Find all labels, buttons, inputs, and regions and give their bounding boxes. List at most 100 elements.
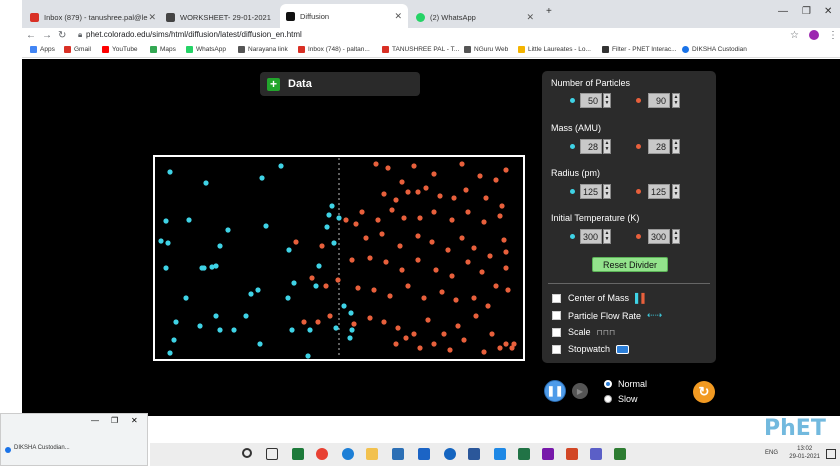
bookmark-youtube[interactable]: YouTube [102,46,138,53]
center-of-mass-checkbox-row[interactable]: Center of Mass ▌▌ [552,293,648,303]
orange-particle [397,243,403,249]
orange-radius-field[interactable]: 125 [648,184,670,199]
task-view-icon[interactable] [266,448,278,460]
overlay-label[interactable]: DIKSHA Custodian... [14,445,70,451]
powerpoint-icon[interactable] [566,448,578,460]
dropbox-icon[interactable] [418,448,430,460]
bookmark-inbox[interactable]: Inbox (748) - paltan... [298,46,370,53]
store-icon[interactable] [392,448,404,460]
spinner-arrows-icon[interactable]: ▲ ▼ [603,229,611,244]
scale-checkbox[interactable] [552,327,561,337]
bookmark-narayana[interactable]: Narayana link [238,46,288,53]
bookmark-little-laureates[interactable]: Little Laureates - Lo... [518,46,591,53]
close-icon[interactable]: ✕ [526,12,534,23]
settings-icon[interactable] [444,448,456,460]
tab-worksheet[interactable]: WORKSHEET- 29-01-2021 ✕ [166,6,296,28]
radio-unselected-icon[interactable] [604,395,612,403]
orange-particle [301,319,307,325]
stopwatch-checkbox-row[interactable]: Stopwatch [552,344,630,354]
profile-avatar[interactable] [809,30,819,40]
cyan-particle [349,327,355,333]
orange-mass-field[interactable]: 28 [648,139,670,154]
minimize-icon[interactable]: — [91,416,99,425]
forward-icon[interactable]: → [42,30,52,41]
teams-icon[interactable] [590,448,602,460]
bookmark-nguru[interactable]: NGuru Web [464,46,508,53]
cyan-radius-field[interactable]: 125 [580,184,602,199]
particle-flow-rate-checkbox-row[interactable]: Particle Flow Rate ⇠⇢ [552,310,662,321]
orange-particle [399,179,405,185]
word-icon[interactable] [468,448,480,460]
close-icon[interactable]: ✕ [131,416,138,425]
bookmark-tanushree[interactable]: TANUSHREE PAL - T... [382,46,459,53]
scale-checkbox-row[interactable]: Scale ⊓⊓⊓ [552,327,615,337]
bookmark-whatsapp[interactable]: WhatsApp [186,46,226,53]
cyan-number-field[interactable]: 50 [580,93,602,108]
maximize-icon[interactable]: ❐ [802,6,811,17]
edge-icon[interactable] [342,448,354,460]
clock[interactable]: 13:02 29-01-2021 [789,445,820,461]
expand-plus-icon[interactable]: + [267,77,280,91]
step-button[interactable]: ▶ [572,383,588,399]
orange-particle [355,285,361,291]
tab-gmail[interactable]: Inbox (879) - tanushree.pal@le ✕ [30,6,162,28]
orange-particle [503,167,509,173]
bookmark-gmail[interactable]: Gmail [64,46,91,53]
spinner-arrows-icon[interactable]: ▲ ▼ [672,229,680,244]
speed-slow-radio[interactable]: Slow [604,394,638,404]
orange-particle [401,215,407,221]
data-accordion[interactable]: + Data [260,72,420,96]
orange-particle [439,289,445,295]
bookmark-apps[interactable]: Apps [30,46,55,53]
url-input[interactable]: phet.colorado.edu/sims/html/diffusion/la… [86,30,302,39]
close-window-icon[interactable]: ✕ [824,6,832,17]
mail-icon[interactable] [494,448,506,460]
excel-icon[interactable] [292,448,304,460]
search-icon[interactable] [242,448,252,458]
spinner-arrows-icon[interactable]: ▲ ▼ [603,139,611,154]
tab-diffusion[interactable]: Diffusion ✕ [280,4,408,28]
notifications-icon[interactable] [826,449,836,459]
spinner-arrows-icon[interactable]: ▲ ▼ [603,93,611,108]
cyan-dot-icon [570,189,575,194]
back-icon[interactable]: ← [26,30,36,41]
language-indicator[interactable]: ENG [765,450,778,456]
reset-divider-button[interactable]: Reset Divider [592,257,668,272]
cyan-particle [203,180,209,186]
orange-temperature-field[interactable]: 300 [648,229,670,244]
cyan-mass-field[interactable]: 28 [580,139,602,154]
orange-particle [493,283,499,289]
excel-icon[interactable] [518,448,530,460]
spinner-arrows-icon[interactable]: ▲ ▼ [672,184,680,199]
bookmark-diksha[interactable]: DIKSHA Custodian [682,46,747,53]
reset-all-button[interactable]: ↻ [693,381,715,403]
close-icon[interactable]: ✕ [148,12,156,23]
particle-flow-rate-checkbox[interactable] [552,311,561,320]
app-icon[interactable] [614,448,626,460]
spinner-arrows-icon[interactable]: ▲ ▼ [672,93,680,108]
cyan-particle [278,163,284,169]
stopwatch-checkbox[interactable] [552,344,561,354]
cyan-temperature-field[interactable]: 300 [580,229,602,244]
new-tab-button[interactable]: + [546,6,552,17]
phet-logo[interactable]: PhET [764,416,826,441]
folder-icon[interactable] [366,448,378,460]
bookmark-maps[interactable]: Maps [150,46,176,53]
pause-button[interactable]: ❚❚ [544,380,566,402]
spinner-arrows-icon[interactable]: ▲ ▼ [603,184,611,199]
speed-normal-radio[interactable]: Normal [604,379,647,389]
orange-number-field[interactable]: 90 [648,93,670,108]
close-icon[interactable]: ✕ [394,11,402,22]
maximize-icon[interactable]: ❐ [111,416,118,425]
minimize-icon[interactable]: — [778,6,788,17]
menu-icon[interactable]: ⋮ [828,30,838,41]
onenote-icon[interactable] [542,448,554,460]
tab-whatsapp[interactable]: (2) WhatsApp ✕ [416,6,540,28]
star-icon[interactable]: ☆ [790,30,799,41]
center-of-mass-checkbox[interactable] [552,293,561,303]
reload-icon[interactable]: ↻ [58,30,66,41]
chrome-icon[interactable] [316,448,328,460]
spinner-arrows-icon[interactable]: ▲ ▼ [672,139,680,154]
bookmark-filter[interactable]: Filter - PNET Interac... [602,46,677,53]
radio-selected-icon[interactable] [604,380,612,388]
